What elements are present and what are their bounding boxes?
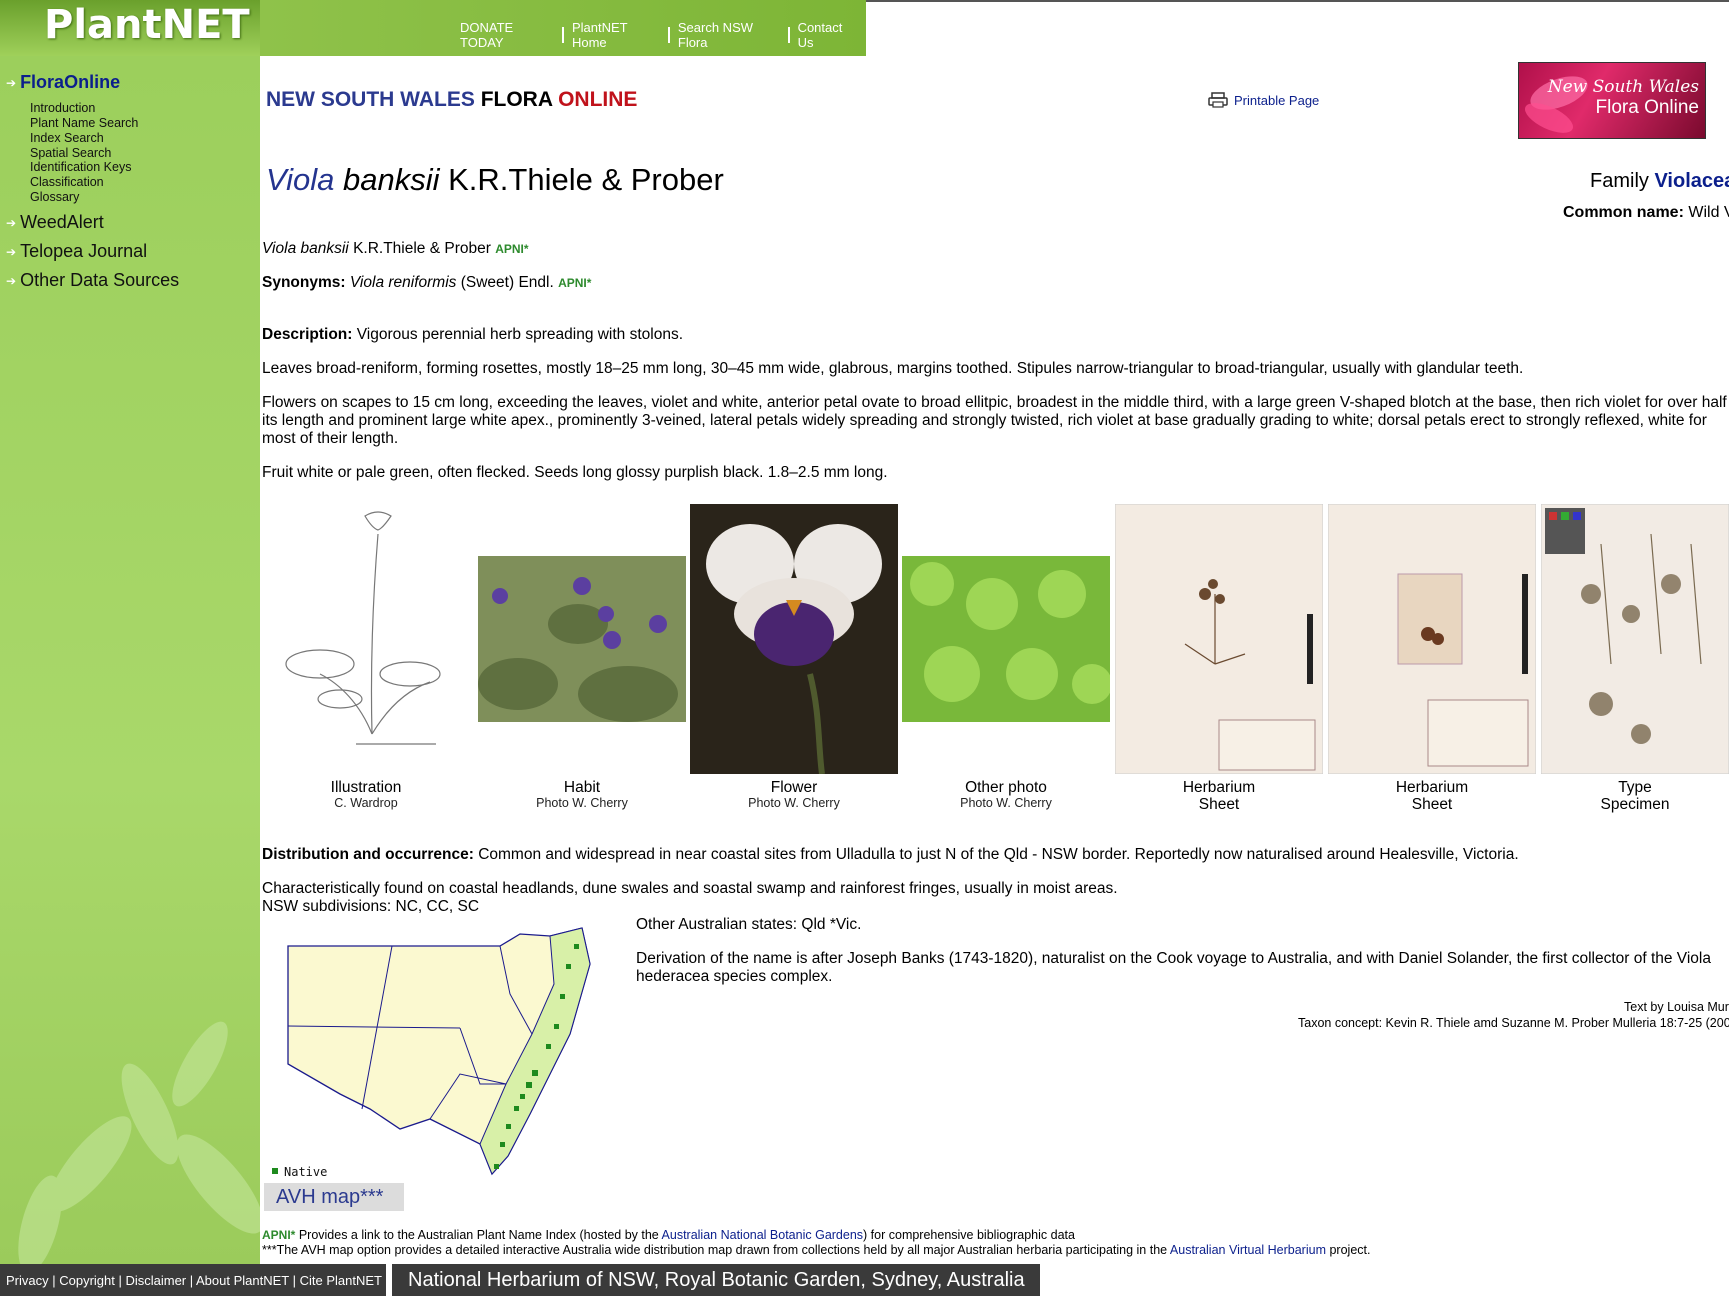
other-photo [902,556,1112,722]
gallery-credit: Photo W. Cherry [960,796,1052,810]
gallery-herbarium-sheet-1[interactable]: Herbarium Sheet [1114,503,1324,813]
sidebar-sub-classification[interactable]: Classification [30,175,104,189]
top-nav: DONATE TODAY PlantNET Home Search NSW Fl… [452,20,866,50]
gallery-habit[interactable]: Habit Photo W. Cherry [478,504,686,810]
sidebar-sub-plant-name-search[interactable]: Plant Name Search [30,116,138,130]
illustration-image [285,511,441,745]
species-title: Viola banksii K.R.Thiele & Prober [266,162,724,197]
synonyms: Synonyms: Viola reniformis (Sweet) Endl.… [262,274,592,291]
gallery-caption: Herbarium Sheet [1395,779,1469,813]
other-states: Other Australian states: Qld *Vic. [636,916,862,933]
sidebar-sub-introduction[interactable]: Introduction [30,101,95,115]
sidebar-sub-spatial-search[interactable]: Spatial Search [30,146,111,160]
footer-links[interactable]: Privacy | Copyright | Disclaimer | About… [0,1264,386,1296]
nav-donate[interactable]: DONATE TODAY [452,20,562,50]
description: Description: Vigorous perennial herb spr… [262,326,684,343]
family-link[interactable]: Violaceae [1654,170,1729,192]
sidebar-item-telopea[interactable]: ➔ Telopea Journal [6,241,147,262]
taxon-concept: Taxon concept: Kevin R. Thiele amd Suzan… [1298,1016,1729,1030]
map-legend-label: Native [284,1165,327,1179]
habitat-text: Characteristically found on coastal head… [262,880,1118,897]
site-title: NEW SOUTH WALES FLORA ONLINE [266,88,638,111]
nav-plantnet-home[interactable]: PlantNET Home [564,20,668,50]
gallery-herbarium-sheet-2[interactable]: Herbarium Sheet [1327,503,1537,813]
native-legend-icon [272,1168,278,1174]
nav-search-nsw-flora[interactable]: Search NSW Flora [670,20,788,50]
main-content: NEW SOUTH WALES FLORA ONLINE Printable P… [260,56,1729,1264]
nav-contact-us[interactable]: Contact Us [790,20,866,50]
apni-link[interactable]: APNI* [558,276,591,290]
avh-map-button[interactable]: AVH map*** [264,1183,404,1211]
gallery-credit: Photo W. Cherry [536,796,628,810]
herbarium-sheet-image [1114,503,1324,775]
subdivisions-text: NSW subdivisions: NC, CC, SC [262,898,480,915]
gallery-caption: Illustration [330,779,402,796]
gallery-caption: Herbarium Sheet [1182,779,1256,813]
sidebar-item-label: Telopea Journal [20,241,148,261]
common-name: Common name: Wild Violet [1563,204,1729,221]
gallery-caption: Type Specimen [1600,779,1670,813]
sidebar-sub-identification-keys[interactable]: Identification Keys [30,160,131,174]
apni-note: APNI* Provides a link to the Australian … [262,1228,1075,1242]
banner-line1: New South Wales [1547,77,1699,97]
gallery-caption: Flower [770,779,818,796]
herbarium-sheet-image [1327,503,1537,775]
gallery-flower[interactable]: Flower Photo W. Cherry [690,504,898,810]
gallery-credit: Photo W. Cherry [748,796,840,810]
arrow-icon: ➔ [6,75,17,90]
flora-online-banner: New South Wales Flora Online [1518,62,1706,139]
sidebar-item-weedalert[interactable]: ➔ WeedAlert [6,212,104,233]
gallery-illustration[interactable]: Illustration C. Wardrop [260,504,472,810]
top-bar: PlantNET DONATE TODAY PlantNET Home Sear… [0,0,866,56]
banner-line2: Flora Online [1595,97,1700,118]
sidebar-sub-glossary[interactable]: Glossary [30,190,79,204]
printable-label: Printable Page [1234,92,1320,108]
distribution-map[interactable]: Native [270,924,610,1186]
apni-link[interactable]: APNI* [495,242,528,256]
anbg-link[interactable]: Australian National Botanic Gardens [662,1228,864,1242]
avh-note: ***The AVH map option provides a detaile… [262,1243,1371,1257]
leaf-decoration [18,1021,260,1264]
sidebar-item-other-data[interactable]: ➔ Other Data Sources [6,270,179,291]
gallery-caption: Habit [563,779,601,796]
text-by: Text by Louisa Murray [1624,1000,1729,1014]
sidebar-item-label: WeedAlert [20,212,104,232]
arrow-icon: ➔ [6,244,17,259]
sidebar: ➔ FloraOnline Introduction Plant Name Sea… [0,56,260,1264]
type-specimen-image [1540,503,1729,775]
family: Family Violaceae [1590,170,1729,193]
gallery-credit: C. Wardrop [334,796,398,810]
name-line: Viola banksii K.R.Thiele & Prober APNI* [262,240,529,257]
sidebar-item-label: FloraOnline [20,72,121,92]
fruit-text: Fruit white or pale green, often flecked… [262,464,888,481]
sidebar-item-floraonline[interactable]: ➔ FloraOnline [6,72,120,93]
flowers-text: Flowers on scapes to 15 cm long, exceedi… [262,394,1727,447]
arrow-icon: ➔ [6,273,17,288]
leaves-text: Leaves broad-reniform, forming rosettes,… [262,360,1524,377]
derivation: Derivation of the name is after Joseph B… [636,950,1711,985]
distribution: Distribution and occurrence: Common and … [262,846,1519,863]
arrow-icon: ➔ [6,215,17,230]
gallery-other-photo[interactable]: Other photo Photo W. Cherry [902,504,1112,810]
footer-banner: National Herbarium of NSW, Royal Botanic… [392,1264,1040,1296]
sidebar-item-label: Other Data Sources [20,270,180,290]
gallery-caption: Other photo [965,779,1047,796]
avh-link[interactable]: Australian Virtual Herbarium [1170,1243,1326,1257]
printer-icon [1208,92,1228,108]
logo-text: PlantNET [44,2,250,48]
flower-photo [690,504,898,775]
plantnet-logo[interactable]: PlantNET [0,0,260,56]
printable-page-link[interactable]: Printable Page [1208,92,1319,108]
habit-photo [478,556,686,722]
sidebar-sub-index-search[interactable]: Index Search [30,131,104,145]
gallery-type-specimen[interactable]: Type Specimen [1540,503,1729,813]
